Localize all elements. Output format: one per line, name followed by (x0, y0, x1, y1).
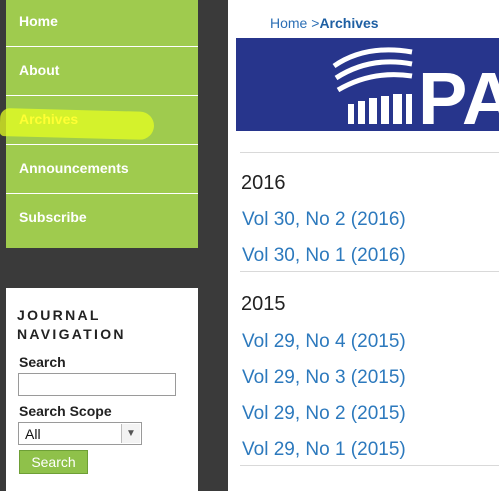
issue-link[interactable]: Vol 30, No 2 (2016) (242, 209, 406, 231)
search-label: Search (19, 354, 66, 370)
search-scope-value: All (25, 426, 41, 442)
breadcrumb: Home >Archives (270, 15, 379, 31)
issue-link[interactable]: Vol 30, No 1 (2016) (242, 245, 406, 267)
breadcrumb-home-link[interactable]: Home (270, 15, 307, 31)
divider (240, 271, 499, 272)
search-scope-select[interactable]: All ▼ (18, 422, 142, 445)
nav-item-announcements[interactable]: Announcements (6, 145, 198, 194)
journal-logo-icon: PA (332, 47, 499, 131)
nav-item-label: Home (19, 13, 58, 29)
nav-item-about[interactable]: About (6, 47, 198, 96)
nav-item-label: Archives (19, 111, 79, 127)
main-navigation: Home About Archives Announcements Subscr… (0, 0, 198, 248)
banner-logo-text: PA (418, 57, 499, 131)
issue-link[interactable]: Vol 29, No 4 (2015) (242, 331, 406, 353)
sidebar-divider (6, 248, 198, 288)
nav-item-archives[interactable]: Archives (0, 96, 198, 145)
nav-item-label: Announcements (19, 160, 129, 176)
year-heading: 2016 (241, 172, 286, 194)
nav-item-home[interactable]: Home (6, 0, 198, 47)
journal-navigation-title: JOURNAL NAVIGATION (17, 307, 126, 342)
nav-item-label: Subscribe (19, 209, 87, 225)
issue-link[interactable]: Vol 29, No 1 (2015) (242, 439, 406, 461)
journal-navigation-block: JOURNAL NAVIGATION Search Search Scope A… (6, 288, 198, 491)
divider (240, 152, 499, 153)
breadcrumb-current: Archives (319, 15, 379, 31)
issue-link[interactable]: Vol 29, No 3 (2015) (242, 367, 406, 389)
divider (240, 465, 499, 466)
nav-item-label: About (19, 62, 60, 78)
year-heading: 2015 (241, 293, 286, 315)
issue-link[interactable]: Vol 29, No 2 (2015) (242, 403, 406, 425)
journal-banner: PA (236, 38, 499, 131)
search-scope-label: Search Scope (19, 403, 112, 419)
search-button[interactable]: Search (19, 450, 88, 474)
chevron-down-icon[interactable]: ▼ (121, 424, 140, 443)
search-input[interactable] (18, 373, 176, 396)
nav-item-subscribe[interactable]: Subscribe (6, 194, 198, 245)
